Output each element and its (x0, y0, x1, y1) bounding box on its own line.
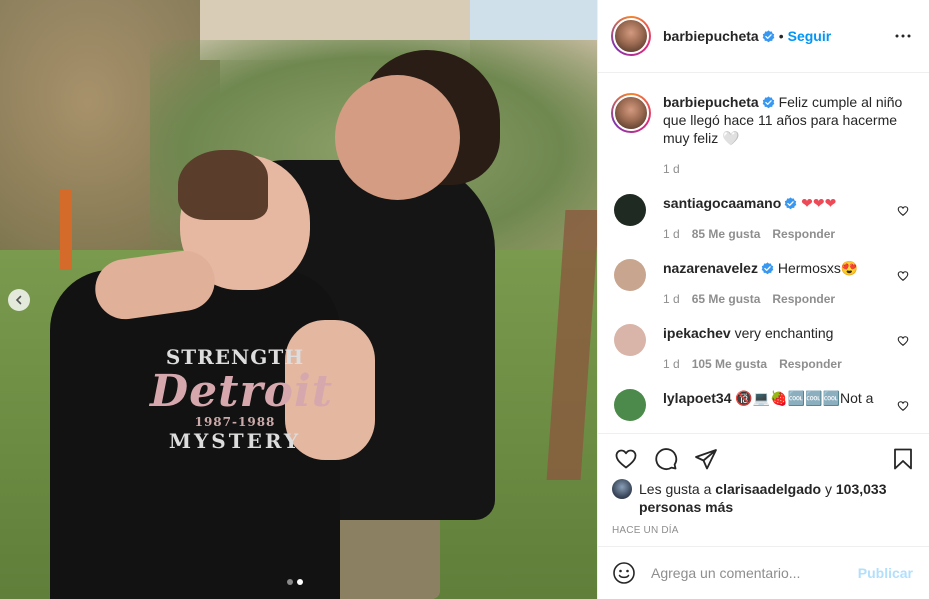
more-options-button[interactable] (891, 24, 915, 48)
instagram-post: STRENGTH Detroit 1987-1988 MYSTERY barbi… (0, 0, 929, 599)
commenter-username[interactable]: nazarenavelez (663, 260, 758, 276)
comment-text: ❤❤❤ (801, 195, 837, 211)
bookmark-icon[interactable] (891, 447, 915, 471)
verified-icon (762, 96, 775, 109)
shirt-line: MYSTERY (168, 429, 302, 453)
caption-meta: 1 d (663, 160, 913, 178)
post-side-panel: barbiepucheta • Seguir barbiepucheta Fel… (597, 0, 929, 599)
comment-meta: 1 d 65 Me gusta Responder (663, 290, 913, 308)
heart-icon (897, 401, 909, 411)
comment-like-button[interactable] (897, 334, 909, 346)
comment-time[interactable]: 1 d (663, 225, 680, 243)
comment-text: 🔞💻🍓🆒🆒🆒Not a (735, 390, 874, 406)
commenter-username[interactable]: santiagocaamano (663, 195, 781, 211)
likes-connector: y (825, 481, 832, 497)
comment-body: nazarenavelez Hermosxs😍 1 d 65 Me gusta Res… (663, 259, 913, 308)
post-actions: Les gusta a clarisaadelgado y 103,033 pe… (598, 433, 929, 536)
author-username[interactable]: barbiepucheta (663, 28, 759, 44)
verified-icon (761, 262, 774, 275)
comment-likes[interactable]: 105 Me gusta (692, 355, 767, 373)
follow-button[interactable]: Seguir (788, 28, 832, 44)
comment-time[interactable]: 1 d (663, 355, 680, 373)
heart-icon (897, 336, 909, 346)
commenter-avatar[interactable] (614, 324, 646, 356)
emoji-icon[interactable] (612, 561, 636, 585)
share-icon[interactable] (694, 447, 718, 471)
post-photo[interactable]: STRENGTH Detroit 1987-1988 MYSTERY (0, 0, 597, 599)
caption-username[interactable]: barbiepucheta (663, 94, 759, 110)
comment-like-button[interactable] (897, 399, 909, 411)
author-avatar[interactable] (611, 16, 651, 56)
comments-list[interactable]: barbiepucheta Feliz cumple al niño que l… (598, 73, 929, 433)
reply-button[interactable]: Responder (772, 290, 835, 308)
comment-row: lylapoet34 🔞💻🍓🆒🆒🆒Not a (611, 389, 913, 421)
comment-like-button[interactable] (897, 204, 909, 216)
comment-text: Hermosxs😍 (777, 260, 859, 276)
slide-dot-active (297, 579, 303, 585)
verified-icon (762, 29, 775, 42)
shirt-line: 1987-1988 (194, 415, 276, 429)
comment-meta: 1 d 85 Me gusta Responder (663, 225, 913, 243)
reply-button[interactable]: Responder (779, 355, 842, 373)
caption-time[interactable]: 1 d (663, 160, 680, 178)
comment-meta: 1 d 105 Me gusta Responder (663, 355, 913, 373)
comment-likes[interactable]: 65 Me gusta (692, 290, 761, 308)
comment-text: very enchanting (734, 325, 834, 341)
likes-text: Les gusta a clarisaadelgado y 103,033 pe… (639, 480, 915, 516)
photo-sky (470, 0, 597, 40)
photo-shirt-print: STRENGTH Detroit 1987-1988 MYSTERY (150, 345, 334, 453)
heart-icon (897, 206, 909, 216)
commenter-username[interactable]: ipekachev (663, 325, 731, 341)
chevron-left-icon (15, 295, 22, 305)
publish-button[interactable]: Publicar (858, 565, 913, 581)
verified-icon (784, 197, 797, 210)
comment-time[interactable]: 1 d (663, 290, 680, 308)
author-avatar[interactable] (611, 93, 651, 133)
likes-prefix: Les gusta a (639, 481, 712, 497)
post-header: barbiepucheta • Seguir (598, 0, 929, 73)
comment-icon[interactable] (654, 447, 678, 471)
previous-slide-button[interactable] (8, 289, 30, 311)
likes-summary: Les gusta a clarisaadelgado y 103,033 pe… (612, 479, 915, 516)
slide-dot (287, 579, 293, 585)
add-comment-bar: Publicar (598, 546, 929, 599)
reply-button[interactable]: Responder (772, 225, 835, 243)
heart-icon[interactable] (614, 447, 638, 471)
comment-body: ipekachev very enchanting 1 d 105 Me gusta… (663, 324, 913, 373)
caption-body: barbiepucheta Feliz cumple al niño que l… (663, 93, 913, 178)
post-timestamp[interactable]: Hace un día (612, 525, 915, 536)
heart-icon (897, 271, 909, 281)
commenter-avatar[interactable] (614, 194, 646, 226)
shirt-line: Detroit (150, 366, 334, 417)
comment-row: ipekachev very enchanting 1 d 105 Me gusta… (611, 324, 913, 373)
comment-like-button[interactable] (897, 269, 909, 281)
commenter-avatar[interactable] (614, 259, 646, 291)
commenter-username[interactable]: lylapoet34 (663, 390, 731, 406)
comment-body: lylapoet34 🔞💻🍓🆒🆒🆒Not a (663, 389, 913, 421)
comment-input[interactable] (651, 565, 858, 581)
comment-body: santiagocaamano ❤❤❤ 1 d 85 Me gusta Respond… (663, 194, 913, 243)
slide-indicator (287, 579, 303, 585)
photo-orange-post (60, 190, 72, 270)
author-info: barbiepucheta • Seguir (663, 28, 891, 44)
liker-username[interactable]: clarisaadelgado (715, 481, 821, 497)
commenter-avatar[interactable] (614, 389, 646, 421)
more-icon (895, 34, 911, 38)
header-separator: • (778, 28, 784, 44)
action-icons (612, 434, 915, 484)
comment-row: santiagocaamano ❤❤❤ 1 d 85 Me gusta Respond… (611, 194, 913, 243)
liker-avatar (612, 479, 632, 499)
post-caption: barbiepucheta Feliz cumple al niño que l… (611, 93, 913, 178)
comment-row: nazarenavelez Hermosxs😍 1 d 65 Me gusta Res… (611, 259, 913, 308)
photo-mother-face (335, 75, 460, 200)
photo-boy-hair (178, 150, 268, 220)
comment-likes[interactable]: 85 Me gusta (692, 225, 761, 243)
